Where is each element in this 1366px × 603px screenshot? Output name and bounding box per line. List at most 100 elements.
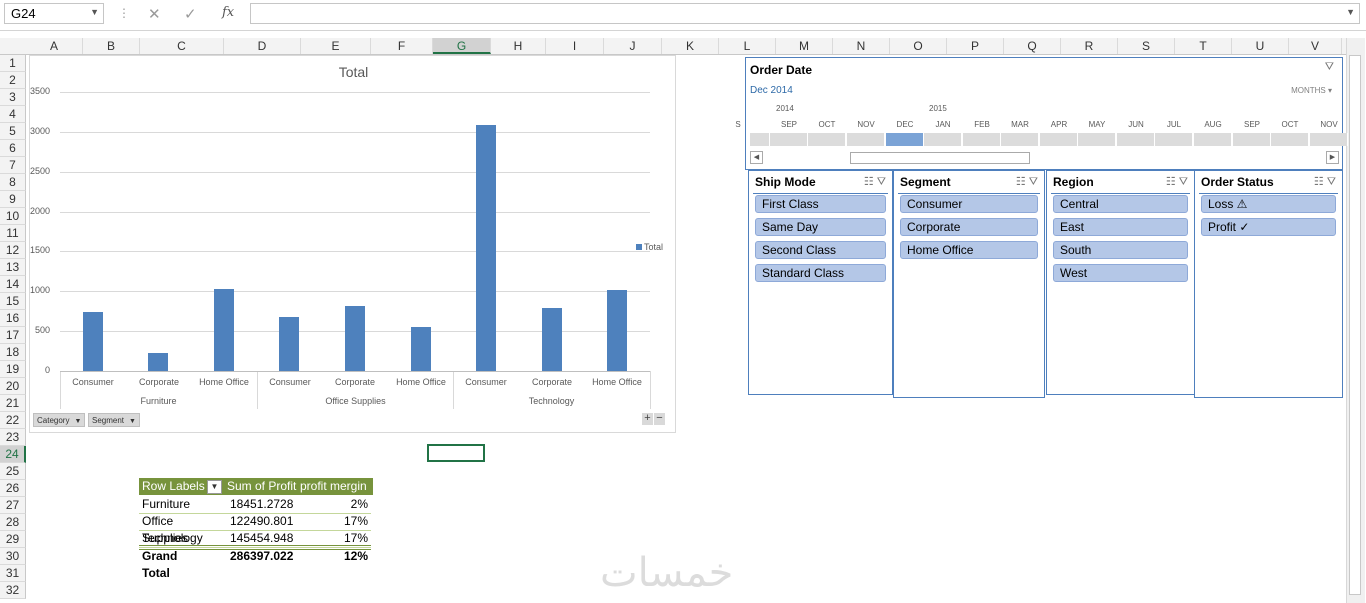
timeline-level-dropdown[interactable]: MONTHS ▾ (1291, 86, 1332, 95)
column-header-c[interactable]: C (140, 38, 224, 54)
column-header-i[interactable]: I (546, 38, 604, 54)
timeline-month-cell[interactable] (1040, 133, 1078, 146)
slicer-item[interactable]: Consumer (900, 195, 1038, 213)
filter-dropdown-icon[interactable]: ▼ (207, 480, 222, 494)
timeline-month-cell[interactable] (847, 133, 885, 146)
row-header-32[interactable]: 32 (0, 582, 26, 599)
timeline-month-cell[interactable] (808, 133, 846, 146)
column-header-t[interactable]: T (1175, 38, 1232, 54)
row-header-1[interactable]: 1 (0, 55, 26, 72)
column-header-l[interactable]: L (719, 38, 776, 54)
multi-select-icon[interactable]: ☷ (864, 176, 877, 188)
column-header-o[interactable]: O (890, 38, 947, 54)
slicer-segment[interactable]: Segment ☷ ⛛ Consumer Corporate Home Office (893, 170, 1045, 398)
collapse-field-button[interactable]: − (654, 413, 665, 425)
timeline-month-cell[interactable] (770, 133, 808, 146)
column-header-j[interactable]: J (604, 38, 662, 54)
row-header-15[interactable]: 15 (0, 293, 26, 310)
clear-filter-icon[interactable]: ⛛ (1325, 61, 1334, 74)
row-header-25[interactable]: 25 (0, 463, 26, 480)
slicer-item[interactable]: East (1053, 218, 1188, 236)
column-header-q[interactable]: Q (1004, 38, 1061, 54)
column-header-n[interactable]: N (833, 38, 890, 54)
name-box[interactable]: G24 ▼ (4, 3, 104, 24)
row-header-20[interactable]: 20 (0, 378, 26, 395)
slicer-item[interactable]: Home Office (900, 241, 1038, 259)
row-header-30[interactable]: 30 (0, 548, 26, 565)
timeline-month-cell[interactable] (963, 133, 1001, 146)
pivot-row-label[interactable]: Furniture (142, 496, 190, 513)
timeline-month-cell[interactable] (1271, 133, 1309, 146)
category-field-button[interactable]: Category ▼ (33, 413, 86, 427)
pivot-chart[interactable]: Total 0 500 1000 1500 2000 2500 3000 3500 Consum… (29, 55, 676, 433)
scroll-left-icon[interactable]: ◀ (750, 151, 763, 164)
clear-filter-icon[interactable]: ⛛ (1179, 176, 1188, 188)
row-header-28[interactable]: 28 (0, 514, 26, 531)
pivot-header-row-labels[interactable]: Row Labels ▼ (139, 478, 228, 495)
column-header-v[interactable]: V (1289, 38, 1342, 54)
active-cell[interactable] (427, 444, 485, 462)
timeline-month-cell[interactable] (924, 133, 962, 146)
multi-select-icon[interactable]: ☷ (1016, 176, 1029, 188)
timeline-scroll-thumb[interactable] (850, 152, 1030, 164)
row-header-31[interactable]: 31 (0, 565, 26, 582)
clear-filter-icon[interactable]: ⛛ (1327, 176, 1336, 188)
column-header-d[interactable]: D (224, 38, 301, 54)
column-header-m[interactable]: M (776, 38, 833, 54)
row-header-4[interactable]: 4 (0, 106, 26, 123)
clear-filter-icon[interactable]: ⛛ (1029, 176, 1038, 188)
column-header-a[interactable]: A (26, 38, 83, 54)
order-date-timeline[interactable]: Order Date ⛛ Dec 2014 MONTHS ▾ 2014 2015… (735, 57, 1348, 170)
timeline-month-cell[interactable] (1310, 133, 1348, 146)
row-header-22[interactable]: 22 (0, 412, 26, 429)
enter-icon[interactable]: ✓ (184, 5, 197, 23)
column-header-b[interactable]: B (83, 38, 140, 54)
expand-field-button[interactable]: + (642, 413, 653, 425)
row-header-13[interactable]: 13 (0, 259, 26, 276)
slicer-ship-mode[interactable]: Ship Mode ☷ ⛛ First Class Same Day Second Cl… (748, 170, 893, 395)
row-header-6[interactable]: 6 (0, 140, 26, 157)
column-header-r[interactable]: R (1061, 38, 1118, 54)
slicer-item[interactable]: Second Class (755, 241, 886, 259)
cancel-icon[interactable]: ✕ (148, 5, 161, 23)
slicer-region[interactable]: Region ☷ ⛛ Central East South West (1046, 170, 1195, 395)
slicer-item[interactable]: Central (1053, 195, 1188, 213)
slicer-item[interactable]: Same Day (755, 218, 886, 236)
clear-filter-icon[interactable]: ⛛ (877, 176, 886, 188)
slicer-item[interactable]: First Class (755, 195, 886, 213)
row-header-24[interactable]: 24 (0, 446, 26, 463)
column-header-p[interactable]: P (947, 38, 1004, 54)
slicer-item[interactable]: Standard Class (755, 264, 886, 282)
segment-field-button[interactable]: Segment ▼ (88, 413, 140, 427)
row-header-27[interactable]: 27 (0, 497, 26, 514)
expand-formula-icon[interactable]: ▼ (1346, 7, 1355, 17)
timeline-month-cell[interactable] (1233, 133, 1271, 146)
row-header-23[interactable]: 23 (0, 429, 26, 446)
timeline-month-cell[interactable] (1117, 133, 1155, 146)
multi-select-icon[interactable]: ☷ (1166, 176, 1179, 188)
slicer-item[interactable]: Corporate (900, 218, 1038, 236)
timeline-month-cell[interactable] (1155, 133, 1193, 146)
slicer-item[interactable]: Loss ⚠ (1201, 195, 1336, 213)
scroll-right-icon[interactable]: ▶ (1326, 151, 1339, 164)
chevron-down-icon[interactable]: ▼ (90, 7, 99, 17)
column-header-f[interactable]: F (371, 38, 433, 54)
column-header-s[interactable]: S (1118, 38, 1175, 54)
slicer-item[interactable]: West (1053, 264, 1188, 282)
formula-input[interactable]: ▼ (250, 3, 1360, 24)
slicer-order-status[interactable]: Order Status ☷ ⛛ Loss ⚠ Profit ✓ (1194, 170, 1343, 398)
fx-icon[interactable]: fx (222, 5, 234, 20)
timeline-month-cell[interactable] (750, 133, 770, 146)
slicer-item[interactable]: Profit ✓ (1201, 218, 1336, 236)
row-header-8[interactable]: 8 (0, 174, 26, 191)
slicer-item[interactable]: South (1053, 241, 1188, 259)
column-header-e[interactable]: E (301, 38, 371, 54)
timeline-month-cell[interactable] (886, 133, 924, 146)
column-header-h[interactable]: H (491, 38, 546, 54)
row-header-29[interactable]: 29 (0, 531, 26, 548)
timeline-scrollbar[interactable]: ◀ ▶ (750, 151, 1339, 164)
multi-select-icon[interactable]: ☷ (1314, 176, 1327, 188)
row-header-18[interactable]: 18 (0, 344, 26, 361)
vertical-scroll-thumb[interactable] (1349, 55, 1361, 595)
row-header-21[interactable]: 21 (0, 395, 26, 412)
